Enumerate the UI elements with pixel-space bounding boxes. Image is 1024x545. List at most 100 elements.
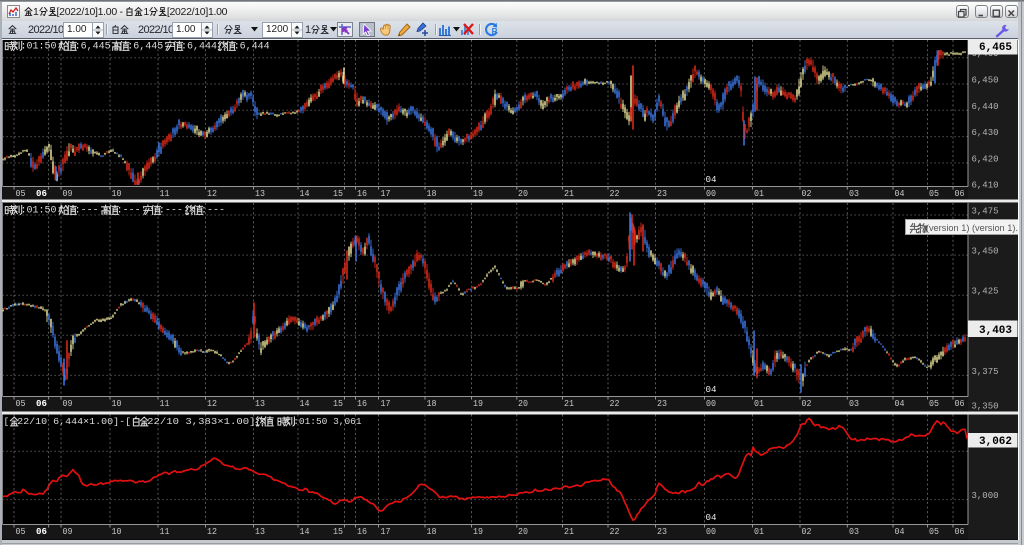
svg-text:18: 18 [427, 189, 437, 199]
svg-text:05: 05 [929, 527, 939, 537]
svg-text::---: :--- [159, 206, 183, 217]
svg-text:20: 20 [518, 189, 528, 199]
svg-text:09: 09 [63, 189, 73, 199]
svg-text:22/10 6,444×1.00]-[: 22/10 6,444×1.00]-[ [17, 416, 131, 427]
svg-text:20: 20 [518, 399, 528, 409]
svg-text:16: 16 [357, 399, 367, 409]
svg-text::01:50 3,061: :01:50 3,061 [293, 416, 362, 427]
svg-text::---: :--- [117, 206, 141, 217]
svg-text:18: 18 [427, 527, 437, 537]
svg-text:05: 05 [16, 189, 26, 199]
svg-text:22: 22 [610, 527, 620, 537]
svg-text:14: 14 [300, 527, 310, 537]
svg-text::---: :--- [75, 206, 99, 217]
svg-text:23: 23 [657, 189, 667, 199]
svg-text:12: 12 [207, 189, 217, 199]
svg-text:14: 14 [300, 399, 310, 409]
svg-text:06: 06 [36, 189, 47, 199]
svg-text:6,465: 6,465 [979, 42, 1012, 54]
svg-text:11: 11 [160, 399, 170, 409]
svg-text:10: 10 [112, 527, 122, 537]
svg-text:13: 13 [255, 399, 265, 409]
svg-text:18: 18 [427, 399, 437, 409]
svg-text:04: 04 [706, 175, 717, 185]
svg-text::6,445: :6,445 [75, 42, 111, 53]
svg-text:03: 03 [849, 399, 859, 409]
svg-text:15: 15 [333, 527, 343, 537]
svg-text:10: 10 [112, 399, 122, 409]
svg-text:6,420: 6,420 [972, 153, 999, 164]
svg-text:11: 11 [160, 527, 170, 537]
svg-text:04: 04 [895, 189, 905, 199]
svg-text:00: 00 [706, 527, 716, 537]
svg-text:13: 13 [255, 527, 265, 537]
svg-text:02: 02 [802, 189, 812, 199]
svg-text:05: 05 [16, 399, 26, 409]
svg-text:17: 17 [381, 399, 391, 409]
svg-text:3,450: 3,450 [972, 246, 999, 257]
svg-text:04: 04 [706, 513, 717, 523]
svg-text:11: 11 [160, 189, 170, 199]
svg-text:12: 12 [207, 527, 217, 537]
svg-text:09: 09 [63, 527, 73, 537]
svg-text:22/10 3,383×1.00]: 22/10 3,383×1.00] [147, 416, 255, 427]
svg-text:16: 16 [357, 189, 367, 199]
svg-text:06: 06 [36, 399, 47, 409]
svg-text:3,350: 3,350 [972, 401, 999, 412]
svg-text:03: 03 [849, 527, 859, 537]
svg-text:02: 02 [802, 399, 812, 409]
svg-text:21: 21 [564, 399, 574, 409]
svg-text:3,425: 3,425 [972, 286, 999, 297]
svg-text:05: 05 [929, 399, 939, 409]
svg-text:19: 19 [473, 527, 483, 537]
svg-text:13: 13 [255, 189, 265, 199]
svg-text:3,475: 3,475 [972, 206, 999, 217]
svg-text:05: 05 [16, 527, 26, 537]
svg-text:12: 12 [207, 399, 217, 409]
svg-text::6,444: :6,444 [181, 42, 217, 53]
svg-text:01: 01 [754, 399, 764, 409]
svg-text:20: 20 [518, 527, 528, 537]
svg-text:22: 22 [610, 189, 620, 199]
svg-text::01:50: :01:50 [21, 42, 57, 53]
svg-text:01: 01 [754, 527, 764, 537]
svg-text:09: 09 [63, 399, 73, 409]
svg-text:23: 23 [657, 399, 667, 409]
svg-text:01: 01 [754, 189, 764, 199]
svg-text:6,440: 6,440 [972, 101, 999, 112]
svg-text:17: 17 [381, 527, 391, 537]
svg-text::01:50: :01:50 [21, 206, 57, 217]
svg-text:04: 04 [895, 399, 905, 409]
svg-text::---: :--- [201, 206, 225, 217]
svg-text:19: 19 [473, 189, 483, 199]
svg-text:3,062: 3,062 [979, 436, 1012, 448]
svg-text:R: R [492, 27, 498, 36]
svg-text:03: 03 [849, 189, 859, 199]
svg-text:06: 06 [955, 527, 965, 537]
svg-text:15: 15 [333, 399, 343, 409]
svg-text:21: 21 [564, 189, 574, 199]
svg-text:06: 06 [955, 189, 965, 199]
svg-text:00: 00 [706, 189, 716, 199]
svg-text:3,403: 3,403 [979, 325, 1012, 337]
svg-text:23: 23 [657, 527, 667, 537]
svg-text:19: 19 [473, 399, 483, 409]
svg-text:6,410: 6,410 [972, 180, 999, 191]
svg-text:6,450: 6,450 [972, 75, 999, 86]
svg-text:22: 22 [610, 399, 620, 409]
svg-text:3,375: 3,375 [972, 366, 999, 377]
svg-text:04: 04 [706, 385, 717, 395]
svg-text:6,430: 6,430 [972, 127, 999, 138]
svg-text:02: 02 [802, 527, 812, 537]
svg-text:10: 10 [112, 189, 122, 199]
svg-text:17: 17 [381, 189, 391, 199]
svg-text:06: 06 [36, 527, 47, 537]
svg-text:(version 1) (version 1).x: (version 1) (version 1).x [926, 223, 1023, 234]
svg-text:[: [ [4, 416, 10, 427]
svg-text:00: 00 [706, 399, 716, 409]
svg-text:15: 15 [333, 189, 343, 199]
svg-text:06: 06 [955, 399, 965, 409]
svg-text::6,445: :6,445 [127, 42, 163, 53]
svg-text:05: 05 [929, 189, 939, 199]
svg-text:16: 16 [357, 527, 367, 537]
